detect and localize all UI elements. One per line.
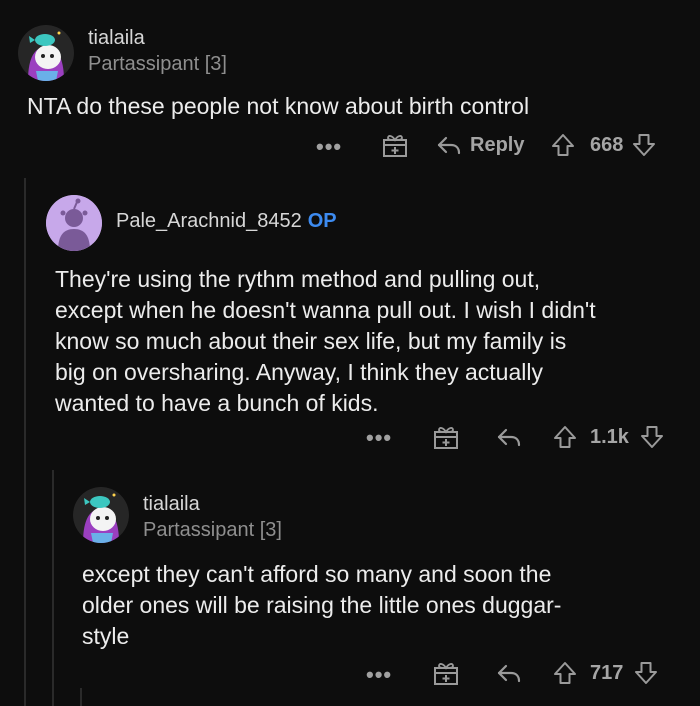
user-flair: Partassipant [3] (143, 519, 282, 541)
comment-body-line: know so much about their sex life, but m… (55, 328, 567, 354)
more-options-icon[interactable]: ••• (366, 662, 392, 688)
award-gift-icon (434, 427, 458, 449)
comment-body: NTA do these people not know about birth… (27, 91, 677, 122)
vote-controls: 717 (552, 660, 659, 686)
comment-body-line: except they can't afford so many and soo… (82, 561, 552, 587)
vote-controls: 668 (550, 132, 657, 158)
award-button[interactable] (382, 132, 408, 158)
award-button[interactable] (433, 660, 459, 686)
award-gift-icon (383, 135, 407, 157)
comment-body: except they can't afford so many and soo… (82, 559, 692, 652)
avatar[interactable] (18, 25, 74, 81)
vote-controls: 1.1k (552, 424, 665, 450)
downvote-arrow-icon[interactable] (639, 424, 665, 450)
reply-label: Reply (470, 133, 525, 156)
vote-score: 1.1k (590, 425, 629, 448)
username[interactable]: tialaila (88, 27, 145, 50)
comment-body-line: older ones will be raising the little on… (82, 592, 562, 618)
username[interactable]: tialaila (143, 493, 200, 516)
reply-button[interactable]: Reply (436, 133, 524, 157)
user-flair: Partassipant [3] (88, 53, 227, 75)
op-badge: OP (307, 210, 337, 232)
avatar[interactable] (46, 195, 102, 251)
avatar[interactable] (73, 487, 129, 543)
thread-line-level-2[interactable] (52, 470, 54, 706)
upvote-arrow-icon[interactable] (552, 424, 578, 450)
reply-arrow-icon (497, 428, 521, 447)
thread-line-level-3[interactable] (80, 688, 82, 706)
upvote-arrow-icon[interactable] (550, 132, 576, 158)
username[interactable]: Pale_Arachnid_8452 (116, 210, 302, 232)
comment-body-line: big on oversharing. Anyway, I think they… (55, 359, 543, 385)
award-gift-icon (434, 663, 458, 685)
snoo-avatar-image (18, 25, 74, 81)
comment-body-line: except when he doesn't wanna pull out. I… (55, 297, 596, 323)
snoo-avatar-image (73, 487, 129, 543)
reply-arrow-icon (437, 136, 461, 155)
downvote-arrow-icon[interactable] (631, 132, 657, 158)
vote-score: 668 (590, 133, 624, 156)
comment-body-line: They're using the rythm method and pulli… (55, 266, 541, 292)
upvote-arrow-icon[interactable] (552, 660, 578, 686)
comment-body: They're using the rythm method and pulli… (55, 264, 695, 419)
comment-body-line: NTA do these people not know about birth… (27, 93, 530, 119)
reply-button[interactable] (496, 425, 522, 449)
reply-button[interactable] (496, 661, 522, 685)
default-snoo-avatar-image (46, 195, 102, 251)
thread-line-level-1[interactable] (24, 178, 26, 706)
vote-score: 717 (590, 661, 624, 684)
award-button[interactable] (433, 424, 459, 450)
more-options-icon[interactable]: ••• (366, 425, 392, 451)
username-row: Pale_Arachnid_8452 OP (116, 210, 337, 233)
comment-body-line: wanted to have a bunch of kids. (55, 390, 379, 416)
comment-body-line: style (82, 623, 130, 649)
downvote-arrow-icon[interactable] (633, 660, 659, 686)
reply-arrow-icon (497, 664, 521, 683)
more-options-icon[interactable]: ••• (316, 134, 342, 160)
